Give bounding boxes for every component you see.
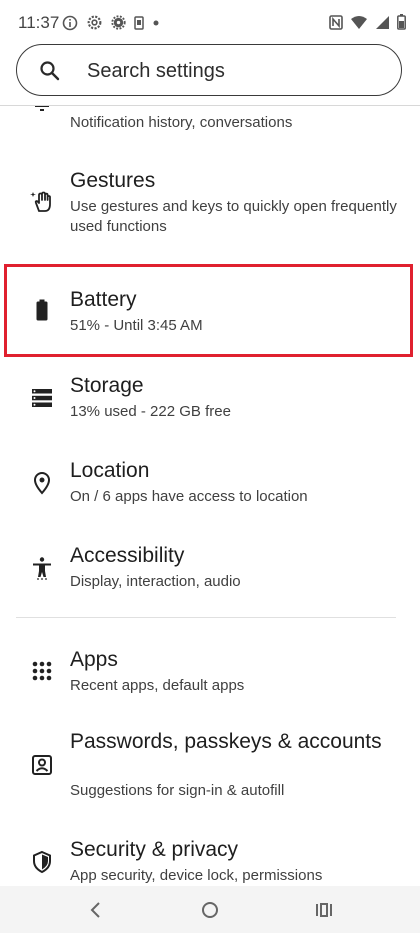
gesture-hand-icon bbox=[30, 191, 51, 212]
search-icon bbox=[40, 61, 60, 81]
section-divider bbox=[16, 617, 396, 618]
battery-status-icon bbox=[397, 14, 406, 30]
home-icon[interactable] bbox=[197, 898, 223, 922]
back-icon[interactable] bbox=[83, 898, 109, 922]
storage-subtitle: 13% used - 222 GB free bbox=[70, 403, 231, 420]
notifications-subtitle: Notification history, conversations bbox=[70, 114, 293, 131]
settings-item-notifications[interactable]: Notification history, conversations bbox=[0, 106, 420, 141]
accessibility-title: Accessibility bbox=[70, 544, 185, 567]
gestures-title: Gestures bbox=[70, 169, 156, 192]
settings-item-gestures[interactable]: Gestures Use gestures and keys to quickl… bbox=[0, 161, 420, 241]
settings-cog-icon bbox=[111, 15, 126, 30]
storage-title: Storage bbox=[70, 374, 144, 397]
account-box-icon bbox=[32, 755, 52, 775]
status-time: 11:37 bbox=[18, 13, 60, 32]
passwords-title: Passwords, passkeys & accounts bbox=[70, 730, 382, 753]
battery-highlight-box bbox=[4, 264, 413, 357]
apps-grid-icon bbox=[32, 661, 52, 681]
security-subtitle: App security, device lock, permissions bbox=[70, 867, 323, 884]
settings-list[interactable]: Notification history, conversations Gest… bbox=[0, 106, 420, 886]
recents-icon[interactable] bbox=[311, 898, 337, 922]
bell-icon bbox=[35, 106, 49, 111]
settings-item-accessibility[interactable]: Accessibility Display, interaction, audi… bbox=[0, 536, 420, 601]
navigation-bar bbox=[0, 886, 420, 933]
accessibility-icon bbox=[33, 557, 51, 580]
apps-title: Apps bbox=[70, 648, 118, 671]
settings-item-location[interactable]: Location On / 6 apps have access to loca… bbox=[0, 451, 420, 516]
nfc-icon bbox=[329, 14, 343, 30]
status-bar: 11:37 bbox=[0, 0, 420, 42]
storage-icon bbox=[32, 389, 52, 407]
info-icon bbox=[62, 15, 78, 30]
location-pin-icon bbox=[33, 472, 51, 495]
apps-subtitle: Recent apps, default apps bbox=[70, 677, 245, 694]
settings-item-security[interactable]: Security & privacy App security, device … bbox=[0, 834, 420, 886]
search-input[interactable] bbox=[85, 55, 389, 87]
accessibility-subtitle: Display, interaction, audio bbox=[70, 573, 241, 590]
wifi-icon bbox=[351, 15, 367, 29]
settings-item-passwords[interactable]: Passwords, passkeys & accounts Suggestio… bbox=[0, 721, 420, 816]
passwords-subtitle: Suggestions for sign-in & autofill bbox=[70, 782, 285, 799]
device-icon bbox=[134, 15, 144, 30]
security-title: Security & privacy bbox=[70, 838, 239, 861]
settings-item-storage[interactable]: Storage 13% used - 222 GB free bbox=[0, 366, 420, 431]
gestures-subtitle: Use gestures and keys to quickly open fr… bbox=[70, 198, 397, 235]
status-left-icons bbox=[62, 14, 160, 31]
settings-gear-icon bbox=[87, 15, 102, 30]
dot-icon bbox=[153, 20, 159, 25]
shield-icon bbox=[33, 850, 51, 874]
settings-item-apps[interactable]: Apps Recent apps, default apps bbox=[0, 639, 420, 704]
location-subtitle: On / 6 apps have access to location bbox=[70, 488, 308, 505]
signal-icon bbox=[376, 15, 389, 29]
location-title: Location bbox=[70, 459, 150, 482]
status-right-icons bbox=[329, 14, 406, 30]
search-bar[interactable] bbox=[16, 44, 402, 96]
